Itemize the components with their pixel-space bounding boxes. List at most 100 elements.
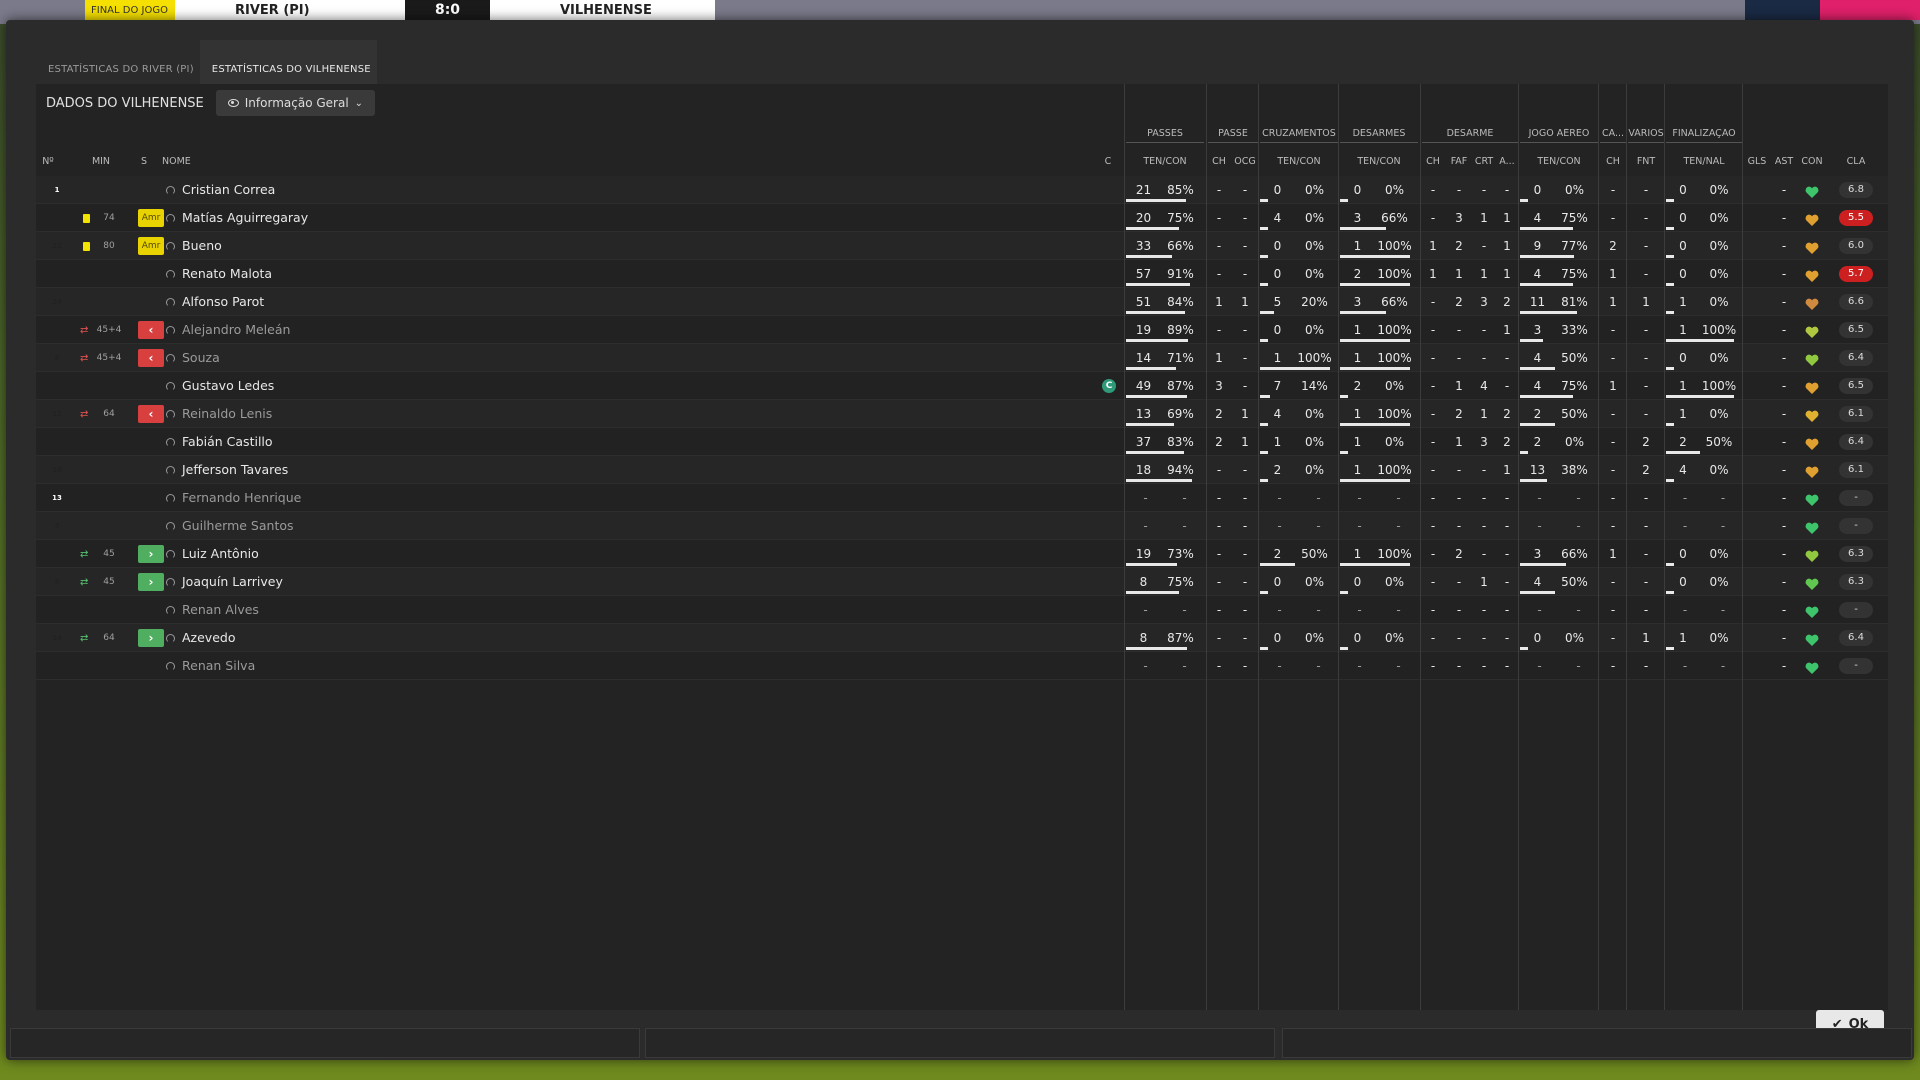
- table-row[interactable]: 9 ⇄ 45 › Joaquín Larrivey 8 75% - -0 0% 0 0% - -1-4 50…: [36, 568, 1888, 596]
- table-row[interactable]: 3 ⇄ 45+4 ‹ Alejandro Meleán 19 89% - -0 0% 1 100% - -…: [36, 316, 1888, 344]
- bottom-panel-right: [1282, 1028, 1912, 1058]
- passe-ch: -: [1216, 323, 1222, 337]
- col-var-fnt[interactable]: FNT: [1628, 156, 1664, 167]
- player-name[interactable]: Renan Silva: [182, 652, 582, 680]
- col-passes-tencon[interactable]: TEN/CON: [1126, 156, 1204, 167]
- table-row[interactable]: 16 Renan Alves - - - - - - - - - - - - - - - - - - - -: [36, 596, 1888, 624]
- shots-dash: -: [1682, 603, 1688, 617]
- col-min[interactable]: MIN: [86, 156, 116, 167]
- col-passe-ocg[interactable]: OCG: [1232, 156, 1258, 167]
- col-s[interactable]: S: [136, 156, 152, 167]
- assists: -: [1781, 547, 1787, 561]
- table-row[interactable]: 6 Fabián Castillo 37 83% 2 1 1 0% 1 0% -1 3 2 2 0% -2 2 5…: [36, 428, 1888, 456]
- col-des-ch[interactable]: CH: [1422, 156, 1444, 167]
- passe-ocg: -: [1242, 323, 1248, 337]
- col-gls[interactable]: GLS: [1744, 156, 1770, 167]
- col-fin-tennal[interactable]: TEN/NAL: [1666, 156, 1742, 167]
- col-des-faf[interactable]: FAF: [1446, 156, 1472, 167]
- col-cruz-tencon[interactable]: TEN/CON: [1260, 156, 1338, 167]
- player-name[interactable]: Gustavo Ledes: [182, 372, 582, 400]
- player-name[interactable]: Reinaldo Lenis: [182, 400, 582, 428]
- shirt-number: 18: [52, 214, 62, 222]
- col-des-crt[interactable]: CRT: [1472, 156, 1496, 167]
- passe-ch: 1: [1215, 351, 1223, 365]
- table-row[interactable]: 18 74 Amr Matías Aguirregaray 20 75% - -4 0% 3 66%…: [36, 204, 1888, 232]
- crosses-success-bar: [1260, 227, 1268, 230]
- player-name[interactable]: Renan Alves: [182, 596, 582, 624]
- table-row[interactable]: 4 Renato Malota 57 91% - -0 0% 2 100% 1 1 1 1 4 75% 1-0…: [36, 260, 1888, 288]
- aerial-success-bar: [1520, 227, 1573, 230]
- player-name[interactable]: Fabián Castillo: [182, 428, 582, 456]
- condition-heart-icon: [1805, 436, 1819, 455]
- shots-dash: -: [1682, 519, 1688, 533]
- passes-success-bar: [1126, 227, 1179, 230]
- player-name[interactable]: Alejandro Meleán: [182, 316, 582, 344]
- aerial-pct: 0%: [1564, 435, 1585, 449]
- col-passe-ch[interactable]: CH: [1208, 156, 1230, 167]
- stats-modal: ESTATÍSTICAS DO RIVER (PI) ESTATÍSTICAS D…: [6, 20, 1914, 1060]
- tab-river[interactable]: ESTATÍSTICAS DO RIVER (PI): [36, 40, 200, 82]
- des-crt: 4: [1480, 379, 1488, 393]
- player-name[interactable]: Renato Malota: [182, 260, 582, 288]
- col-con[interactable]: CON: [1796, 156, 1828, 167]
- shirt-number-icon: 18: [48, 210, 66, 228]
- col-ja-tencon[interactable]: TEN/CON: [1520, 156, 1598, 167]
- table-row[interactable]: 70 Renan Silva - - - - - - - - - - - - - - - - - - - -: [36, 652, 1888, 680]
- col-des-a[interactable]: A...: [1496, 156, 1518, 167]
- col-no[interactable]: Nº: [38, 156, 58, 167]
- table-row[interactable]: 88 ⇄ 45 › Luiz Antônio 19 73% - -2 50% 1 100% -2- -3 6…: [36, 540, 1888, 568]
- passe-ocg: 1: [1241, 407, 1249, 421]
- player-name[interactable]: Fernando Henrique: [182, 484, 582, 512]
- player-name[interactable]: Luiz Antônio: [182, 540, 582, 568]
- group-varios: VÁRIOS: [1628, 128, 1664, 143]
- player-name[interactable]: Matías Aguirregaray: [182, 204, 582, 232]
- condition-heart-icon: [1805, 548, 1819, 567]
- match-status: FINAL DO JOGO: [85, 0, 175, 20]
- passes-success-bar: [1126, 311, 1185, 314]
- player-name[interactable]: Azevedo: [182, 624, 582, 652]
- table-row[interactable]: 7 Gustavo Ledes C 49 87% 3-7 14% 2 0% -1 4-4 75% 1-1…: [36, 372, 1888, 400]
- table-row[interactable]: 13 Fernando Henrique - - - - - - - - - - - - - - - - - - - -: [36, 484, 1888, 512]
- yellow-card-badge: Amr: [138, 237, 164, 255]
- passe-ch: -: [1216, 491, 1222, 505]
- player-name[interactable]: Joaquín Larrivey: [182, 568, 582, 596]
- player-name[interactable]: Souza: [182, 344, 582, 372]
- table-row[interactable]: 24 Alfonso Parot 51 84% 1 1 5 20% 3 66% -2 3 2 11 81% 1…: [36, 288, 1888, 316]
- col-c[interactable]: C: [1100, 156, 1116, 167]
- table-row[interactable]: 22 80 Amr Bueno 33 66% - -0 0% 1 100% 1 2-1 9 77% 2-0 0%…: [36, 232, 1888, 260]
- col-des-tencon[interactable]: TEN/CON: [1340, 156, 1418, 167]
- passe-ocg: -: [1242, 575, 1248, 589]
- table-row[interactable]: 8 ⇄ 45+4 ‹ Souza 14 71% 1-1 100% 1 100% - - - -4 50% - -0…: [36, 344, 1888, 372]
- crosses-dash: -: [1277, 491, 1282, 505]
- col-nome[interactable]: NOME: [162, 156, 202, 167]
- player-name[interactable]: Cristian Correa: [182, 176, 582, 204]
- player-name[interactable]: Bueno: [182, 232, 582, 260]
- des-crt: -: [1481, 519, 1487, 533]
- tackles-success-bar: [1340, 451, 1348, 454]
- aerial-dash: -: [1576, 519, 1581, 533]
- col-ast[interactable]: AST: [1772, 156, 1796, 167]
- player-name[interactable]: Guilherme Santos: [182, 512, 582, 540]
- rating-badge: -: [1839, 490, 1873, 506]
- crosses-pct: 0%: [1304, 463, 1325, 477]
- passe-ocg: 1: [1241, 435, 1249, 449]
- tackles-success-bar: [1340, 283, 1410, 286]
- table-row[interactable]: 1 Cristian Correa 21 85% - -0 0% 0 0% - - - -0 0% - -0 0…: [36, 176, 1888, 204]
- table-row[interactable]: 14 ⇄ 64 › Azevedo 8 87% - -0 0% 0 0% - - - -0 0% -1 1 0% -6.…: [36, 624, 1888, 652]
- tackles-dash: -: [1357, 519, 1362, 533]
- des-a: -: [1504, 631, 1510, 645]
- tab-vilhenense[interactable]: ESTATÍSTICAS DO VILHENENSE: [199, 40, 377, 84]
- col-ca-ch[interactable]: CH: [1600, 156, 1626, 167]
- table-row[interactable]: 3 Guilherme Santos - - - - - - - - - - - - - - - - - - - -: [36, 512, 1888, 540]
- view-dropdown[interactable]: Informação Geral ⌄: [215, 90, 376, 116]
- shots-pct: 0%: [1709, 575, 1729, 589]
- var-fnt: -: [1643, 379, 1649, 393]
- player-name[interactable]: Jefferson Tavares: [182, 456, 582, 484]
- player-name[interactable]: Alfonso Parot: [182, 288, 582, 316]
- col-cla[interactable]: CLA: [1836, 156, 1876, 167]
- var-fnt: -: [1643, 575, 1649, 589]
- table-row[interactable]: 10 Jefferson Tavares 18 94% - -2 0% 1 100% - - -1 13…: [36, 456, 1888, 484]
- aerial-success-bar: [1520, 479, 1547, 482]
- tackles-success-bar: [1340, 339, 1410, 342]
- table-row[interactable]: 12 ⇄ 64 ‹ Reinaldo Lenis 13 69% 2 1 4 0% 1 100% -2 1 2 2…: [36, 400, 1888, 428]
